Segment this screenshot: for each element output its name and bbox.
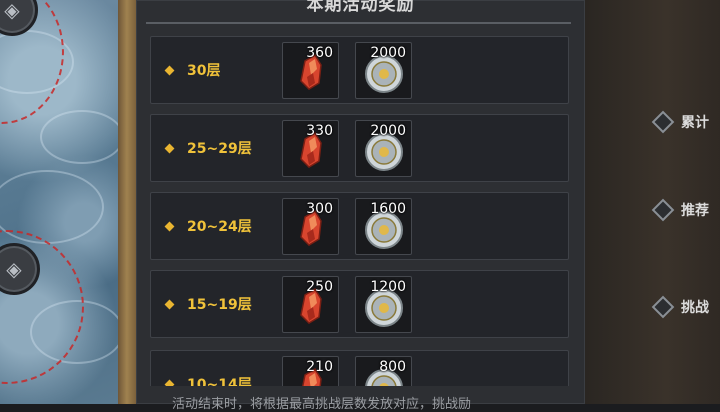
footer-note: 活动结束时，将根据最高挑战层数发放对应，挑战励 bbox=[172, 397, 472, 412]
reward-row: 15~19层 250 1200 bbox=[150, 270, 569, 338]
side-menu-label: 推荐 bbox=[681, 203, 709, 219]
reward-row: 20~24层 300 1600 bbox=[150, 192, 569, 260]
side-menu-item-1[interactable]: 推荐 bbox=[651, 195, 720, 225]
bullet-diamond-icon bbox=[164, 221, 175, 232]
reward-slot-coin[interactable]: 2000 bbox=[355, 42, 412, 99]
panel-title: 本期活动奖励 bbox=[306, 0, 415, 15]
tier-label: 20~24层 bbox=[187, 219, 252, 235]
reward-slot-coin[interactable]: 1600 bbox=[355, 198, 412, 255]
tier-label: 25~29层 bbox=[187, 141, 252, 157]
tier-label: 15~19层 bbox=[187, 297, 252, 313]
reward-panel: 本期活动奖励 30层 360 2000 25~29层 330 2000 20~2… bbox=[136, 0, 585, 412]
reward-quantity: 1200 bbox=[370, 279, 406, 295]
reward-quantity: 800 bbox=[379, 359, 406, 375]
diamond-icon bbox=[651, 198, 675, 222]
reward-slot-coin[interactable]: 2000 bbox=[355, 120, 412, 177]
tier-label: 30层 bbox=[187, 63, 221, 79]
side-menu-item-2[interactable]: 挑战 bbox=[651, 292, 720, 322]
side-menu-item-0[interactable]: 累计 bbox=[651, 107, 720, 137]
bullet-diamond-icon bbox=[164, 143, 175, 154]
side-menu-label: 累计 bbox=[681, 115, 709, 131]
reward-quantity: 210 bbox=[306, 359, 333, 375]
reward-list[interactable]: 30层 360 2000 25~29层 330 2000 20~24层 300 … bbox=[150, 36, 569, 386]
reward-slot-coin[interactable]: 1200 bbox=[355, 276, 412, 333]
diamond-icon bbox=[651, 295, 675, 319]
reward-quantity: 360 bbox=[306, 45, 333, 61]
reward-quantity: 250 bbox=[306, 279, 333, 295]
reward-quantity: 2000 bbox=[370, 123, 406, 139]
reward-row: 25~29层 330 2000 bbox=[150, 114, 569, 182]
reward-slot-coin[interactable]: 800 bbox=[355, 356, 412, 386]
reward-slot-crystal[interactable]: 250 bbox=[282, 276, 339, 333]
reward-row: 30层 360 2000 bbox=[150, 36, 569, 104]
side-menu-label: 挑战 bbox=[681, 300, 709, 316]
reward-quantity: 330 bbox=[306, 123, 333, 139]
reward-slot-crystal[interactable]: 330 bbox=[282, 120, 339, 177]
diamond-icon bbox=[651, 110, 675, 134]
reward-quantity: 2000 bbox=[370, 45, 406, 61]
reward-quantity: 1600 bbox=[370, 201, 406, 217]
title-divider bbox=[146, 22, 571, 24]
bullet-diamond-icon bbox=[164, 65, 175, 76]
reward-row: 10~14层 210 800 bbox=[150, 350, 569, 386]
reward-slot-crystal[interactable]: 300 bbox=[282, 198, 339, 255]
bullet-diamond-icon bbox=[164, 379, 175, 386]
reward-slot-crystal[interactable]: 360 bbox=[282, 42, 339, 99]
bullet-diamond-icon bbox=[164, 299, 175, 310]
tier-label: 10~14层 bbox=[187, 377, 252, 386]
reward-slot-crystal[interactable]: 210 bbox=[282, 356, 339, 386]
reward-quantity: 300 bbox=[306, 201, 333, 217]
